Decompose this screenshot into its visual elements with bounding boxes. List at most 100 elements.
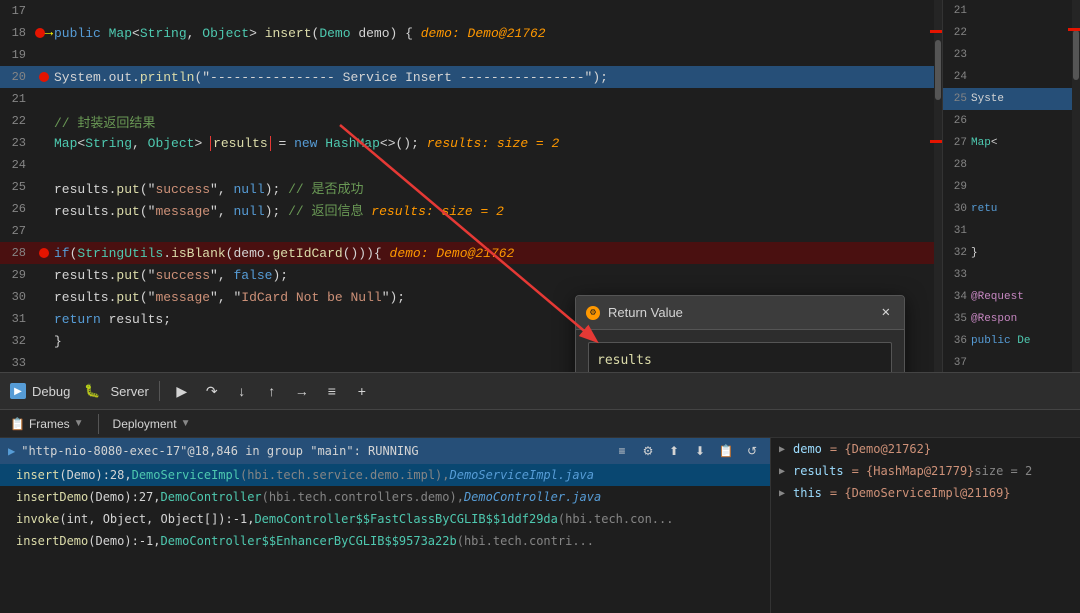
right-line-number: 23 xyxy=(947,49,971,61)
line-content: results.put("success", false); xyxy=(54,268,930,283)
right-line-number: 33 xyxy=(947,269,971,281)
right-line-content: Map< xyxy=(971,137,997,149)
breakpoint-marker[interactable] xyxy=(39,72,49,82)
line-content: System.out.println("---------------- Ser… xyxy=(54,70,930,85)
stack-frames: insert(Demo):28, DemoServiceImpl (hbi.te… xyxy=(0,464,770,552)
line-number: 22 xyxy=(4,114,34,128)
breakpoint-marker[interactable] xyxy=(39,248,49,258)
right-line-content: public De xyxy=(971,335,1030,347)
run-to-cursor-button[interactable]: → xyxy=(290,379,314,403)
thread-restore-button[interactable]: ↺ xyxy=(742,441,762,461)
stack-frame[interactable]: insert(Demo):28, DemoServiceImpl (hbi.te… xyxy=(0,464,770,486)
line-content: results.put("message", null); // 返回信息 re… xyxy=(54,200,930,219)
watch-button[interactable]: + xyxy=(350,379,374,403)
stack-frame[interactable]: invoke(int, Object, Object[]):-1, DemoCo… xyxy=(0,508,770,530)
line-number: 33 xyxy=(4,356,34,370)
var-name: this xyxy=(793,486,822,500)
right-line-number: 21 xyxy=(947,5,971,17)
bottom-panel: ▶ "http-nio-8080-exec-17"@18,846 in grou… xyxy=(0,438,1080,613)
stack-frame[interactable]: insertDemo(Demo):-1, DemoController$$Enh… xyxy=(0,530,770,552)
thread-expand-button[interactable]: ⬆ xyxy=(664,441,684,461)
return-value-dialog: ⚙ Return Value ✕ ? OK Cancel xyxy=(575,295,905,372)
deployment-label: Deployment ▼ xyxy=(113,417,191,431)
right-line-number: 29 xyxy=(947,181,971,193)
variable-row[interactable]: ▶ this = {DemoServiceImpl@21169} xyxy=(771,482,1080,504)
right-line-number: 27 xyxy=(947,137,971,149)
debug-tab[interactable]: ▶ Debug xyxy=(10,383,70,399)
thread-label: "http-nio-8080-exec-17"@18,846 in group … xyxy=(21,444,418,458)
thread-collapse-button[interactable]: ⬇ xyxy=(690,441,710,461)
step-out-button[interactable]: ↑ xyxy=(260,379,284,403)
right-line-number: 25 xyxy=(947,93,971,105)
line-number: 23 xyxy=(4,136,34,150)
variables-panel: ▶ demo = {Demo@21762}▶ results = {HashMa… xyxy=(770,438,1080,613)
breakpoint-marker[interactable] xyxy=(35,28,45,38)
thread-copy-button[interactable]: 📋 xyxy=(716,441,736,461)
right-line-number: 24 xyxy=(947,71,971,83)
variable-row[interactable]: ▶ demo = {Demo@21762} xyxy=(771,438,1080,460)
right-line-number: 31 xyxy=(947,225,971,237)
debug-tab-img: 🐛 xyxy=(84,384,100,399)
filter-button[interactable]: ≡ xyxy=(612,441,632,461)
return-value-input[interactable] xyxy=(588,342,892,372)
editor-area: 1718→public Map<String, Object> insert(D… xyxy=(0,0,1080,372)
thread-icon: ▶ xyxy=(8,444,15,458)
line-number: 32 xyxy=(4,334,34,348)
line-content: results.put("success", null); // 是否成功 xyxy=(54,178,930,197)
line-number: 26 xyxy=(4,202,34,216)
stack-frame[interactable]: insertDemo(Demo):27, DemoController (hbi… xyxy=(0,486,770,508)
thread-row[interactable]: ▶ "http-nio-8080-exec-17"@18,846 in grou… xyxy=(0,438,770,464)
var-rows: ▶ demo = {Demo@21762}▶ results = {HashMa… xyxy=(771,438,1080,504)
var-value: = {Demo@21762} xyxy=(830,442,931,456)
right-line-number: 34 xyxy=(947,291,971,303)
left-scroll[interactable] xyxy=(934,0,942,372)
line-number: 29 xyxy=(4,268,34,282)
line-number: 31 xyxy=(4,312,34,326)
right-line-number: 32 xyxy=(947,247,971,259)
frames-sep xyxy=(98,414,99,434)
right-line-number: 28 xyxy=(947,159,971,171)
dialog-body xyxy=(576,330,904,372)
line-number: 30 xyxy=(4,290,34,304)
right-line-number: 30 xyxy=(947,203,971,215)
dialog-titlebar: ⚙ Return Value ✕ xyxy=(576,296,904,330)
dialog-icon: ⚙ xyxy=(586,306,600,320)
debug-toolbar: ▶ Debug 🐛 Server ▶ ↷ ↓ ↑ → ≡ + xyxy=(0,372,1080,410)
right-line-number: 37 xyxy=(947,357,971,369)
var-expand: ▶ xyxy=(779,466,793,477)
deployment-text: Deployment xyxy=(113,417,177,431)
var-name: demo xyxy=(793,442,822,456)
right-line-content: @Request xyxy=(971,291,1024,303)
dialog-close-button[interactable]: ✕ xyxy=(878,302,894,323)
server-label: Server xyxy=(111,384,149,399)
right-scroll[interactable] xyxy=(1072,0,1080,372)
frames-text: Frames xyxy=(29,417,70,431)
frames-row: 📋 Frames ▼ Deployment ▼ xyxy=(0,410,1080,438)
stack-method: invoke xyxy=(16,512,59,526)
var-expand: ▶ xyxy=(779,488,793,499)
var-expand: ▶ xyxy=(779,444,793,455)
evaluate-button[interactable]: ≡ xyxy=(320,379,344,403)
line-number: 24 xyxy=(4,158,34,172)
resume-button[interactable]: ▶ xyxy=(170,379,194,403)
frames-label: 📋 Frames ▼ xyxy=(10,417,84,431)
main-container: 1718→public Map<String, Object> insert(D… xyxy=(0,0,1080,613)
right-line-number: 26 xyxy=(947,115,971,127)
stack-method: insertDemo xyxy=(16,490,88,504)
call-stack: ▶ "http-nio-8080-exec-17"@18,846 in grou… xyxy=(0,438,770,613)
frames-icon: 📋 xyxy=(10,417,25,431)
right-line-content: Syste xyxy=(971,93,1004,105)
variable-row[interactable]: ▶ results = {HashMap@21779} size = 2 xyxy=(771,460,1080,482)
line-content: public Map<String, Object> insert(Demo d… xyxy=(54,26,930,41)
line-number: 28 xyxy=(4,246,34,260)
line-number: 19 xyxy=(4,48,34,62)
line-number: 18 xyxy=(4,26,34,40)
var-name: results xyxy=(793,464,844,478)
step-into-button[interactable]: ↓ xyxy=(230,379,254,403)
thread-settings-button[interactable]: ⚙ xyxy=(638,441,658,461)
line-number: 25 xyxy=(4,180,34,194)
debug-tab-label: Debug xyxy=(32,384,70,399)
step-over-button[interactable]: ↷ xyxy=(200,379,224,403)
right-line-content: @Respon xyxy=(971,313,1017,325)
line-content: if(StringUtils.isBlank(demo.getIdCard())… xyxy=(54,246,930,261)
